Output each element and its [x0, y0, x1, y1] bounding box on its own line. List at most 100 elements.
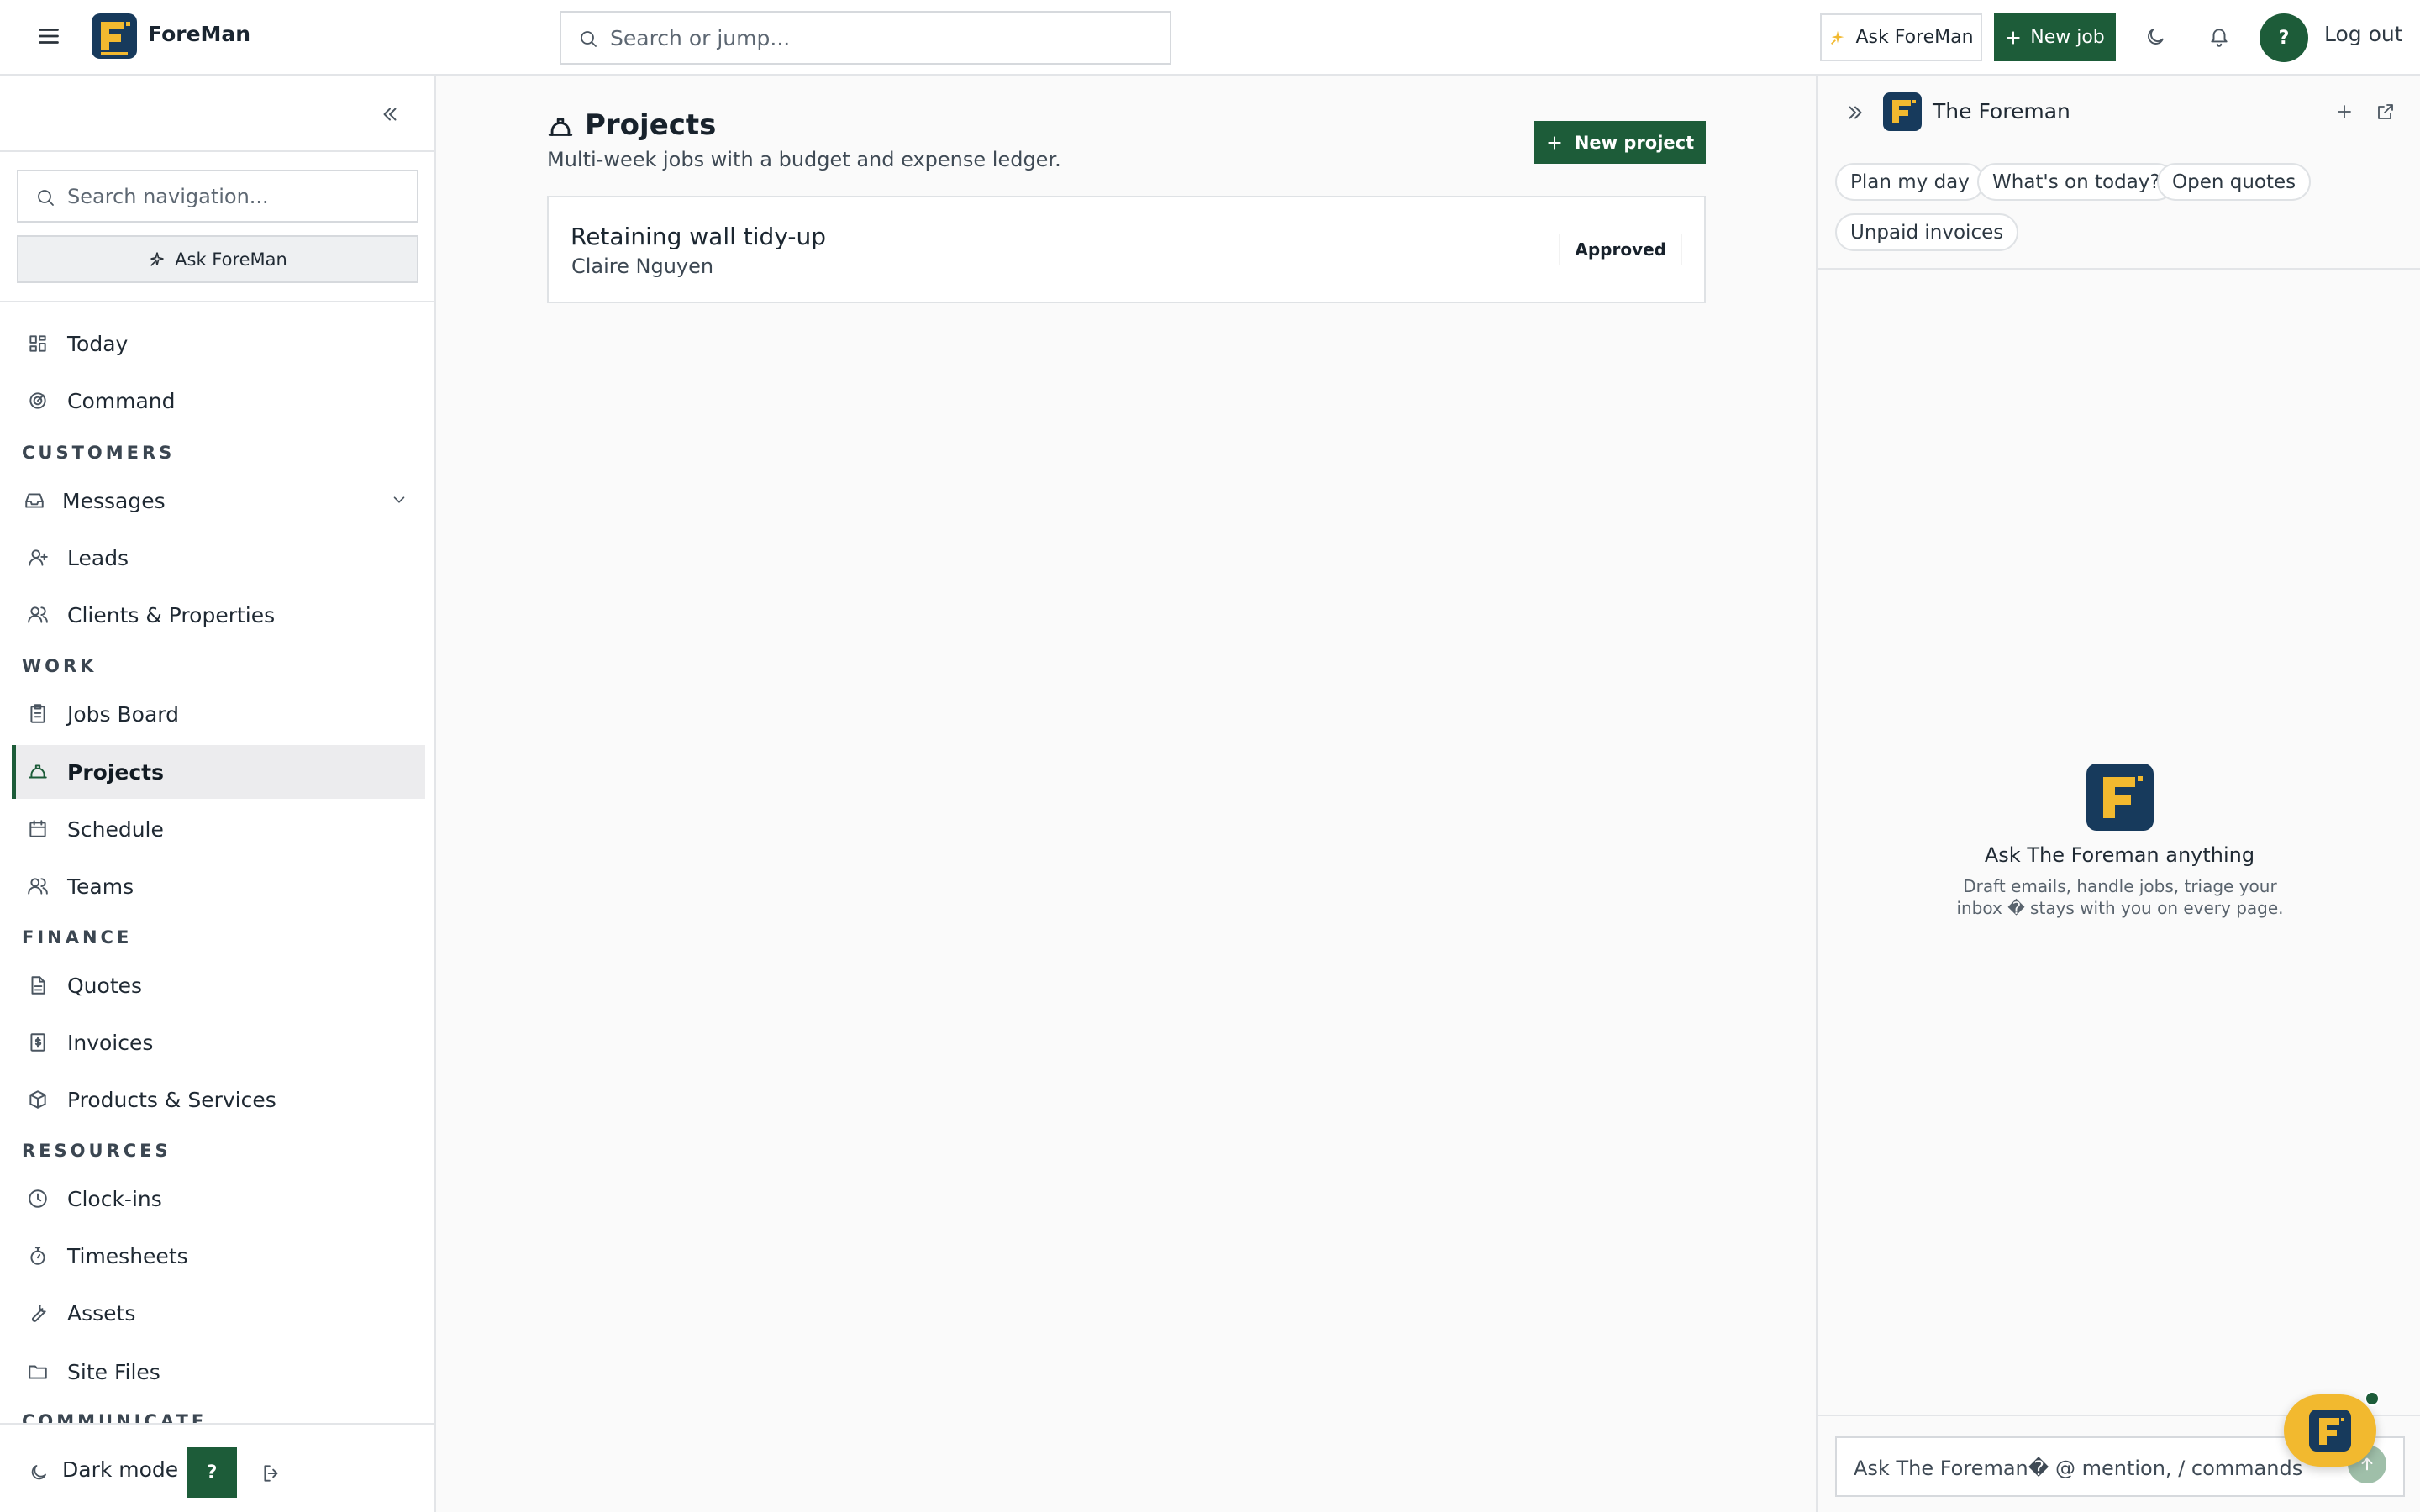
- sidebar-footer: Dark mode ?: [0, 1423, 434, 1512]
- user-plus-icon: [29, 549, 48, 566]
- sidebar-item-products[interactable]: Products & Services: [12, 1073, 425, 1126]
- foreman-fab-button[interactable]: [2284, 1394, 2376, 1467]
- sidebar-item-label: Clients & Properties: [67, 602, 276, 627]
- new-job-button[interactable]: New job: [1994, 13, 2116, 61]
- section-work: WORK: [22, 656, 97, 676]
- sidebar-item-leads[interactable]: Leads: [12, 531, 425, 585]
- search-icon: [38, 190, 54, 206]
- target-icon: [29, 392, 46, 409]
- foreman-logo: [1883, 92, 1922, 131]
- foreman-logo-icon: [1892, 100, 1916, 123]
- chat-input[interactable]: [1854, 1452, 2324, 1485]
- ask-foreman-button[interactable]: Ask ForeMan: [1820, 13, 1982, 61]
- bell-icon[interactable]: [2208, 26, 2230, 48]
- hamburger-menu-icon[interactable]: [34, 21, 64, 51]
- moon-icon: [31, 1465, 46, 1480]
- users-icon: [28, 606, 48, 623]
- top-bar: ForeMan Ask ForeMan New job ? Log out: [0, 0, 2420, 76]
- nav-search-input[interactable]: [67, 180, 403, 213]
- brand-logo[interactable]: [92, 13, 137, 59]
- sidebar-item-today[interactable]: Today: [12, 317, 425, 370]
- chip-open-quotes[interactable]: Open quotes: [2157, 163, 2312, 201]
- folder-icon: [29, 1365, 47, 1379]
- hard-hat-icon: [548, 118, 573, 136]
- sidebar-item-schedule[interactable]: Schedule: [12, 802, 425, 856]
- sidebar-item-timesheets[interactable]: Timesheets: [12, 1229, 425, 1283]
- sparkle-icon: [1831, 30, 1844, 45]
- help-button[interactable]: ?: [187, 1447, 237, 1498]
- users-icon: [28, 878, 48, 895]
- sidebar-item-label: Teams: [67, 874, 134, 899]
- sidebar-item-label: Jobs Board: [67, 701, 179, 727]
- sidebar-item-invoices[interactable]: Invoices: [12, 1016, 425, 1069]
- global-search[interactable]: [560, 11, 1171, 65]
- sidebar-item-label: Timesheets: [67, 1243, 188, 1268]
- new-project-label: New project: [1574, 132, 1695, 153]
- logout-link[interactable]: Log out: [2324, 22, 2403, 46]
- calendar-icon: [29, 820, 46, 837]
- sidebar-item-label: Leads: [67, 545, 129, 570]
- clock-icon: [29, 1189, 47, 1208]
- collapse-sidebar-icon[interactable]: [379, 103, 401, 125]
- sidebar-item-label: Messages: [62, 488, 166, 513]
- empty-state-description: Draft emails, handle jobs, triage your i…: [1956, 876, 2284, 918]
- sidebar-item-label: Assets: [67, 1300, 136, 1326]
- divider: [0, 150, 434, 152]
- sidebar-item-label: Site Files: [67, 1359, 160, 1384]
- sidebar-item-jobs-board[interactable]: Jobs Board: [12, 687, 425, 741]
- section-customers: CUSTOMERS: [22, 443, 176, 463]
- plus-icon: [1548, 135, 1561, 150]
- divider: [0, 301, 434, 302]
- sidebar-item-clients[interactable]: Clients & Properties: [12, 588, 425, 642]
- new-project-button[interactable]: New project: [1534, 121, 1706, 164]
- sidebar-item-teams[interactable]: Teams: [12, 859, 425, 913]
- dark-mode-toggle[interactable]: Dark mode: [62, 1457, 178, 1482]
- status-badge: Approved: [1559, 234, 1682, 265]
- moon-icon[interactable]: [2144, 26, 2166, 48]
- expand-panel-icon[interactable]: [1844, 102, 1866, 123]
- sidebar-ask-foreman-button[interactable]: Ask ForeMan: [17, 235, 418, 283]
- sidebar-item-label: Invoices: [67, 1030, 154, 1055]
- sidebar-item-label: Projects: [67, 759, 165, 785]
- global-search-input[interactable]: [610, 21, 1148, 55]
- page-title: Projects: [585, 108, 717, 142]
- foreman-logo-icon: [101, 22, 130, 55]
- invoice-icon: [30, 1033, 45, 1052]
- notification-dot: [2365, 1391, 2380, 1406]
- sidebar-ask-label: Ask ForeMan: [175, 249, 287, 270]
- logout-icon[interactable]: [260, 1462, 282, 1484]
- nav-search[interactable]: [17, 170, 418, 223]
- sidebar-item-assets[interactable]: Assets: [12, 1286, 425, 1340]
- chip-plan-my-day[interactable]: Plan my day: [1835, 163, 1985, 201]
- sidebar-item-label: Products & Services: [67, 1087, 276, 1112]
- sidebar-item-quotes[interactable]: Quotes: [12, 958, 425, 1012]
- sidebar-item-clock-ins[interactable]: Clock-ins: [12, 1172, 425, 1226]
- sidebar-item-site-files[interactable]: Site Files: [12, 1345, 425, 1399]
- sidebar: Ask ForeMan Today Command CUSTOMERS Mess…: [0, 76, 436, 1512]
- user-avatar[interactable]: ?: [2260, 13, 2308, 62]
- sidebar-item-label: Schedule: [67, 816, 164, 842]
- plus-icon: [2007, 30, 2020, 45]
- project-card[interactable]: Retaining wall tidy-up Claire Nguyen App…: [547, 196, 1706, 303]
- popout-icon[interactable]: [2375, 102, 2396, 122]
- inbox-icon: [25, 493, 44, 508]
- project-name: Retaining wall tidy-up: [571, 223, 827, 250]
- chip-whats-on-today[interactable]: What's on today?: [1977, 163, 2175, 201]
- section-finance: FINANCE: [22, 927, 133, 948]
- sidebar-item-projects[interactable]: Projects: [12, 745, 425, 799]
- stopwatch-icon: [30, 1247, 45, 1265]
- chevron-down-icon[interactable]: [390, 491, 408, 509]
- new-chat-icon[interactable]: [2334, 102, 2354, 122]
- clipboard-icon: [30, 704, 45, 723]
- page-subtitle: Multi-week jobs with a budget and expens…: [547, 148, 1061, 171]
- foreman-logo: [2086, 764, 2154, 831]
- sidebar-item-label: Today: [67, 331, 129, 356]
- sparkle-icon: [150, 252, 164, 266]
- sidebar-item-command[interactable]: Command: [12, 374, 425, 428]
- sidebar-item-messages[interactable]: Messages: [12, 474, 425, 528]
- foreman-logo: [2309, 1410, 2351, 1452]
- assistant-panel: The Foreman Plan my day What's on today?…: [1816, 76, 2420, 1512]
- project-client: Claire Nguyen: [571, 255, 714, 278]
- chip-unpaid-invoices[interactable]: Unpaid invoices: [1835, 213, 2019, 251]
- divider: [1818, 268, 2420, 270]
